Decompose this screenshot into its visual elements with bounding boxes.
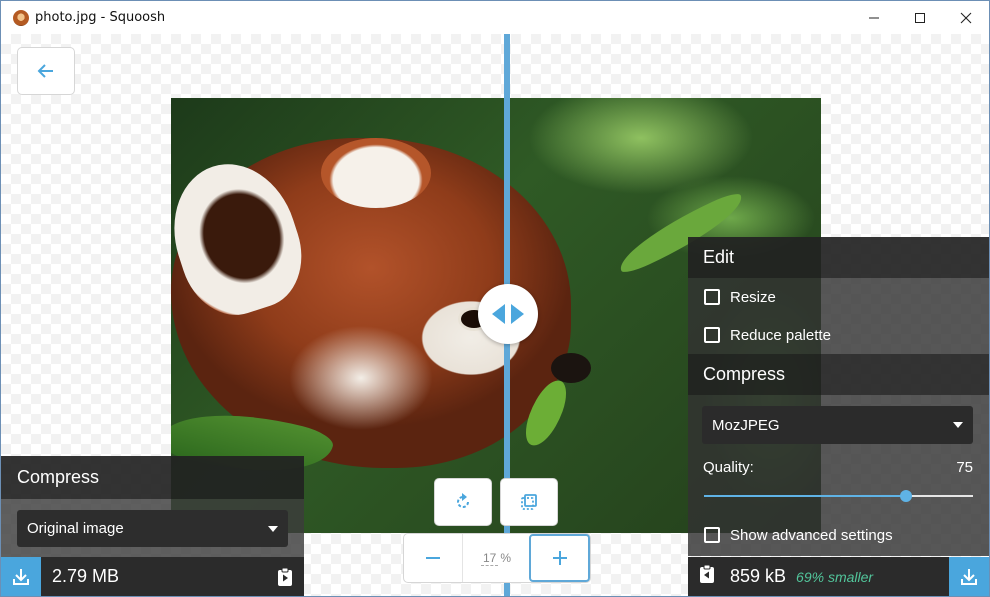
right-download-button[interactable] <box>949 557 989 596</box>
reduce-palette-label: Reduce palette <box>730 326 831 344</box>
savings-badge: 69% smaller <box>796 568 874 585</box>
reduce-palette-checkbox[interactable] <box>704 327 720 343</box>
left-file-size: 2.79 MB <box>52 566 120 586</box>
advanced-settings-option[interactable]: Show advanced settings <box>688 514 989 556</box>
copy-settings-icon[interactable] <box>698 564 716 589</box>
close-button[interactable] <box>943 1 989 34</box>
zoom-value[interactable]: 17 <box>480 551 499 566</box>
minimize-icon <box>869 17 879 18</box>
left-method-select[interactable]: Original image <box>17 510 288 547</box>
window-controls <box>851 1 989 34</box>
copy-settings-icon[interactable] <box>276 567 294 591</box>
quality-slider-thumb[interactable] <box>899 490 912 502</box>
close-icon <box>960 12 972 23</box>
right-panel-footer: 859 kB 69% smaller <box>688 557 989 596</box>
advanced-settings-checkbox[interactable] <box>704 527 720 543</box>
chevron-down-icon <box>953 422 963 428</box>
right-options-panel: Edit Resize Reduce palette Compress MozJ… <box>688 237 989 596</box>
zoom-out-button[interactable] <box>404 534 462 582</box>
quality-value: 75 <box>956 459 973 476</box>
maximize-button[interactable] <box>897 1 943 34</box>
app-icon <box>13 9 29 26</box>
quality-slider-fill <box>704 495 906 497</box>
minimize-button[interactable] <box>851 1 897 34</box>
zoom-unit: % <box>500 551 512 565</box>
back-button[interactable] <box>17 47 75 95</box>
right-file-size: 859 kB <box>730 566 787 586</box>
quality-slider[interactable] <box>688 476 989 514</box>
zoom-level[interactable]: 17 % <box>462 534 529 582</box>
resize-checkbox[interactable] <box>704 289 720 305</box>
left-download-button[interactable] <box>1 557 41 596</box>
chevron-down-icon <box>268 525 278 532</box>
zoom-control: 17 % <box>403 533 591 583</box>
split-arrows-icon <box>492 304 524 324</box>
download-icon <box>13 568 29 585</box>
reduce-palette-option[interactable]: Reduce palette <box>688 316 989 354</box>
left-method-value: Original image <box>27 520 124 537</box>
resize-option[interactable]: Resize <box>688 278 989 316</box>
maximize-icon <box>915 12 925 23</box>
resize-label: Resize <box>730 288 776 306</box>
codec-value: MozJPEG <box>712 416 780 434</box>
arrow-left-icon <box>37 64 53 78</box>
compress-heading: Compress <box>688 354 989 395</box>
edit-heading: Edit <box>688 237 989 278</box>
image-stage[interactable]: Compress Original image 2.79 MB Edit Res… <box>1 34 989 596</box>
background-toggle-button[interactable] <box>500 478 558 526</box>
rotate-icon <box>457 493 469 508</box>
minus-icon <box>426 557 440 559</box>
divider-handle[interactable] <box>478 284 538 344</box>
plus-icon <box>552 551 567 565</box>
rotate-button[interactable] <box>434 478 492 526</box>
window-title: photo.jpg - Squoosh <box>35 10 166 25</box>
left-panel-footer: 2.79 MB <box>1 557 304 596</box>
title-bar: photo.jpg - Squoosh <box>1 1 989 34</box>
background-toggle-icon <box>521 494 537 510</box>
codec-select[interactable]: MozJPEG <box>702 406 973 444</box>
download-icon <box>961 568 977 585</box>
zoom-in-button[interactable] <box>529 534 590 582</box>
quality-label: Quality: <box>703 459 754 476</box>
app-window: photo.jpg - Squoosh Compress Original im… <box>0 0 990 597</box>
left-compress-panel: Compress Original image 2.79 MB <box>1 456 304 596</box>
left-panel-heading: Compress <box>1 456 304 499</box>
advanced-settings-label: Show advanced settings <box>730 526 893 544</box>
